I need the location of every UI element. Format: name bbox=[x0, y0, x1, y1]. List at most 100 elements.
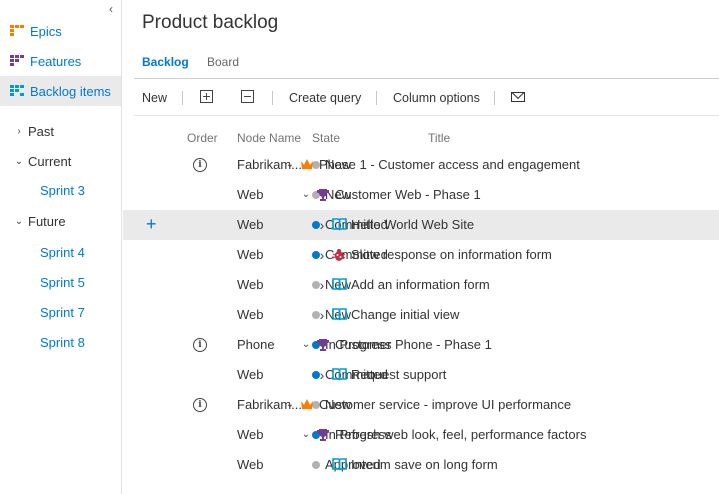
book-icon bbox=[332, 278, 347, 292]
work-item-title[interactable]: Hello World Web Site bbox=[351, 217, 474, 233]
toolbar-separator bbox=[272, 91, 273, 105]
bug-icon bbox=[332, 248, 346, 262]
table-row[interactable]: Web Committed › Request support bbox=[123, 360, 719, 390]
work-item-title[interactable]: Customer service - improve UI performanc… bbox=[319, 397, 571, 413]
expand-all-icon[interactable] bbox=[200, 90, 213, 103]
chevron-left-icon[interactable]: ‹ bbox=[104, 2, 118, 16]
work-item-title[interactable]: Customer Phone - Phase 1 bbox=[335, 337, 492, 353]
toolbar-separator bbox=[182, 91, 183, 105]
table-row[interactable]: Web Approved Interim save on long form bbox=[123, 450, 719, 480]
book-icon bbox=[332, 368, 347, 382]
chevron-right-icon[interactable]: › bbox=[316, 247, 328, 263]
column-header-node-name[interactable]: Node Name bbox=[237, 130, 301, 146]
epics-icon bbox=[10, 25, 24, 37]
tree-item-label: Current bbox=[28, 153, 72, 169]
trophy-icon bbox=[316, 428, 330, 442]
tree-item-past[interactable]: › Past bbox=[0, 121, 121, 141]
sidebar-item-label: Epics bbox=[30, 23, 62, 39]
tree-item-current[interactable]: ⌄ Current bbox=[0, 151, 121, 171]
book-icon bbox=[332, 308, 347, 322]
mail-icon[interactable] bbox=[511, 92, 525, 102]
sidebar-item-sprint-8[interactable]: Sprint 8 bbox=[40, 333, 85, 353]
sidebar-item-sprint-3[interactable]: Sprint 3 bbox=[40, 181, 85, 201]
column-header-state[interactable]: State bbox=[312, 130, 340, 146]
sidebar-item-label: Features bbox=[30, 53, 82, 69]
work-item-title[interactable]: Request support bbox=[351, 367, 446, 383]
toolbar-separator bbox=[494, 91, 495, 105]
book-icon bbox=[332, 458, 347, 472]
column-options-button[interactable]: Column options bbox=[393, 90, 480, 106]
chevron-down-icon[interactable]: ⌄ bbox=[284, 157, 296, 173]
table-row[interactable]: i Phone In Progress ⌄ Customer Phone - Phase… bbox=[123, 330, 719, 360]
column-header-title[interactable]: Title bbox=[428, 130, 450, 146]
info-icon[interactable]: i bbox=[193, 338, 207, 352]
chevron-right-icon[interactable]: › bbox=[316, 277, 328, 293]
chevron-right-icon[interactable]: › bbox=[316, 217, 328, 233]
work-item-title[interactable]: Interim save on long form bbox=[351, 457, 498, 473]
node-name-cell: Web bbox=[237, 277, 264, 292]
node-name-cell: Web bbox=[237, 187, 264, 202]
trophy-icon bbox=[316, 338, 330, 352]
chevron-right-icon[interactable]: › bbox=[316, 367, 328, 383]
chevron-down-icon[interactable]: ⌄ bbox=[300, 187, 312, 203]
table-row[interactable]: Web New › Add an information form bbox=[123, 270, 719, 300]
backlog-items-icon bbox=[10, 85, 24, 97]
sidebar-item-epics[interactable]: Epics bbox=[0, 16, 121, 46]
collapse-all-icon[interactable] bbox=[241, 90, 254, 103]
toolbar-divider bbox=[134, 115, 719, 116]
table-row[interactable]: Web New › Change initial view bbox=[123, 300, 719, 330]
info-icon[interactable]: i bbox=[193, 398, 207, 412]
tree-item-label: Past bbox=[28, 123, 55, 139]
sidebar-item-sprint-7[interactable]: Sprint 7 bbox=[40, 303, 85, 323]
create-query-button[interactable]: Create query bbox=[289, 90, 361, 106]
table-row[interactable]: i Fabrikam... New ⌄ Phase 1 - Customer acces… bbox=[123, 150, 719, 180]
sidebar: ‹ Epics Features Backlog items › Past ⌄ … bbox=[0, 0, 122, 494]
work-item-title[interactable]: Customer Web - Phase 1 bbox=[335, 187, 481, 203]
trophy-icon bbox=[316, 188, 330, 202]
page-title: Product backlog bbox=[142, 12, 279, 33]
node-name-cell: Web bbox=[237, 247, 264, 262]
toolbar-separator bbox=[376, 91, 377, 105]
book-icon bbox=[332, 218, 347, 232]
info-icon[interactable]: i bbox=[193, 158, 207, 172]
chevron-down-icon[interactable]: ⌄ bbox=[300, 337, 312, 353]
chevron-right-icon[interactable]: › bbox=[316, 307, 328, 323]
work-item-title[interactable]: Slow response on information form bbox=[351, 247, 552, 263]
table-row[interactable]: Web Committed › Slow response on informatio… bbox=[123, 240, 719, 270]
sidebar-item-sprint-4[interactable]: Sprint 4 bbox=[40, 243, 85, 263]
state-dot-icon bbox=[312, 461, 320, 469]
table-row[interactable]: Web New ⌄ Customer Web - Phase 1 bbox=[123, 180, 719, 210]
sidebar-item-backlog-items[interactable]: Backlog items bbox=[0, 76, 121, 106]
node-name-cell: Web bbox=[237, 217, 264, 232]
work-item-title[interactable]: Add an information form bbox=[351, 277, 490, 293]
pivot-divider bbox=[134, 78, 719, 79]
features-icon bbox=[10, 55, 24, 67]
node-name-cell: Phone bbox=[237, 337, 275, 352]
sidebar-item-sprint-5[interactable]: Sprint 5 bbox=[40, 273, 85, 293]
node-name-cell: Web bbox=[237, 457, 264, 472]
table-row[interactable]: i Fabrikam... New ⌄ Customer service - impro… bbox=[123, 390, 719, 420]
work-item-title[interactable]: Change initial view bbox=[351, 307, 459, 323]
column-header-order[interactable]: Order bbox=[187, 130, 218, 146]
chevron-down-icon: ⌄ bbox=[14, 155, 24, 167]
chevron-down-icon: ⌄ bbox=[14, 215, 24, 227]
table-row[interactable]: + Web Committed › Hello World Web Site bbox=[123, 210, 719, 240]
node-name-cell: Web bbox=[237, 427, 264, 442]
chevron-down-icon[interactable]: ⌄ bbox=[300, 427, 312, 443]
tree-item-future[interactable]: ⌄ Future bbox=[0, 211, 121, 231]
chevron-down-icon[interactable]: ⌄ bbox=[284, 397, 296, 413]
crown-icon bbox=[300, 398, 314, 412]
sidebar-item-label: Backlog items bbox=[30, 83, 111, 99]
node-name-cell: Web bbox=[237, 307, 264, 322]
table-row[interactable]: Web In Progress ⌄ Refresh web look, feel, p… bbox=[123, 420, 719, 450]
work-item-title[interactable]: Phase 1 - Customer access and engagement bbox=[319, 157, 580, 173]
new-button[interactable]: New bbox=[142, 90, 167, 106]
tree-item-label: Future bbox=[28, 213, 66, 229]
tab-board[interactable]: Board bbox=[207, 54, 239, 72]
node-name-cell: Web bbox=[237, 367, 264, 382]
add-child-icon[interactable]: + bbox=[146, 215, 157, 233]
sidebar-item-features[interactable]: Features bbox=[0, 46, 121, 76]
work-item-title[interactable]: Refresh web look, feel, performance fact… bbox=[335, 427, 586, 443]
crown-icon bbox=[300, 158, 314, 172]
tab-backlog[interactable]: Backlog bbox=[142, 54, 189, 72]
